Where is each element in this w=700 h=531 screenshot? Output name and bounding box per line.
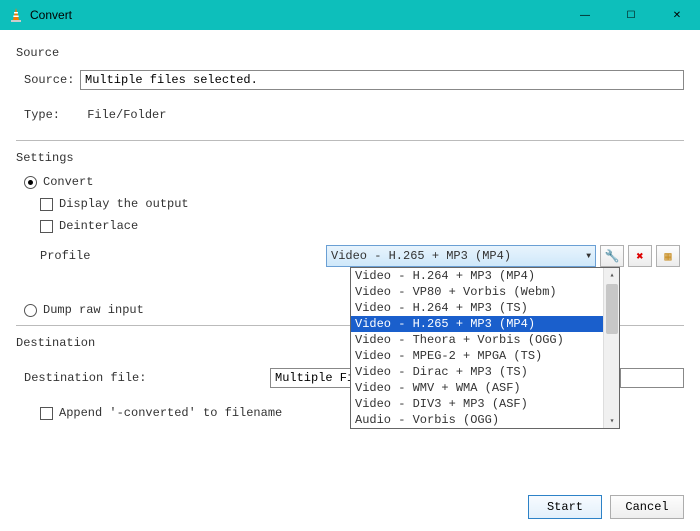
profile-combobox[interactable]: Video - H.265 + MP3 (MP4) ▼ (326, 245, 596, 267)
convert-radio-row[interactable]: Convert (24, 175, 684, 189)
cancel-button[interactable]: Cancel (610, 495, 684, 519)
title-bar: Convert ― ☐ ✕ (0, 0, 700, 30)
display-output-checkbox[interactable] (40, 198, 53, 211)
maximize-button[interactable]: ☐ (608, 0, 654, 30)
deinterlace-checkbox[interactable] (40, 220, 53, 233)
dropdown-scrollbar[interactable]: ▴ ▾ (603, 268, 619, 428)
convert-radio-label: Convert (43, 175, 93, 189)
new-profile-icon: ▦ (664, 249, 671, 264)
deinterlace-label: Deinterlace (59, 219, 138, 233)
display-output-label: Display the output (59, 197, 189, 211)
deinterlace-row[interactable]: Deinterlace (40, 219, 684, 233)
window-title: Convert (30, 8, 562, 22)
chevron-down-icon: ▼ (586, 252, 591, 261)
profile-selected-text: Video - H.265 + MP3 (MP4) (331, 249, 511, 263)
delete-profile-button[interactable]: ✖ (628, 245, 652, 267)
profile-option[interactable]: Video - VP80 + Vorbis (Webm) (351, 284, 619, 300)
source-label: Source: (24, 73, 80, 87)
close-button[interactable]: ✕ (654, 0, 700, 30)
profile-option[interactable]: Video - WMV + WMA (ASF) (351, 380, 619, 396)
profile-dropdown-list[interactable]: Video - H.264 + MP3 (MP4) Video - VP80 +… (350, 267, 620, 429)
profile-option[interactable]: Video - MPEG-2 + MPGA (TS) (351, 348, 619, 364)
scroll-thumb[interactable] (606, 284, 618, 334)
source-section-label: Source (16, 46, 684, 60)
scroll-up-icon[interactable]: ▴ (604, 268, 620, 282)
profile-option[interactable]: Audio - Vorbis (OGG) (351, 412, 619, 428)
x-delete-icon: ✖ (636, 249, 643, 264)
profile-option[interactable]: Video - DIV3 + MP3 (ASF) (351, 396, 619, 412)
destination-file-label: Destination file: (24, 371, 270, 385)
dump-raw-radio[interactable] (24, 304, 37, 317)
append-converted-label: Append '-converted' to filename (59, 406, 282, 420)
type-label: Type: (24, 108, 80, 122)
divider (16, 140, 684, 141)
wrench-icon: 🔧 (605, 249, 620, 264)
type-value: File/Folder (87, 108, 166, 122)
start-button[interactable]: Start (528, 495, 602, 519)
settings-section-label: Settings (16, 151, 684, 165)
minimize-button[interactable]: ― (562, 0, 608, 30)
profile-label: Profile (40, 249, 326, 263)
vlc-cone-icon (8, 7, 24, 23)
edit-profile-button[interactable]: 🔧 (600, 245, 624, 267)
convert-radio[interactable] (24, 176, 37, 189)
profile-option[interactable]: Video - Dirac + MP3 (TS) (351, 364, 619, 380)
new-profile-button[interactable]: ▦ (656, 245, 680, 267)
profile-option[interactable]: Video - H.265 + MP3 (MP4) (351, 316, 619, 332)
source-input[interactable] (80, 70, 684, 90)
destination-browse-field[interactable] (620, 368, 684, 388)
profile-option[interactable]: Video - H.264 + MP3 (TS) (351, 300, 619, 316)
display-output-row[interactable]: Display the output (40, 197, 684, 211)
append-converted-checkbox[interactable] (40, 407, 53, 420)
profile-option[interactable]: Video - H.264 + MP3 (MP4) (351, 268, 619, 284)
profile-option[interactable]: Video - Theora + Vorbis (OGG) (351, 332, 619, 348)
scroll-down-icon[interactable]: ▾ (604, 414, 620, 428)
dump-raw-label: Dump raw input (43, 303, 144, 317)
